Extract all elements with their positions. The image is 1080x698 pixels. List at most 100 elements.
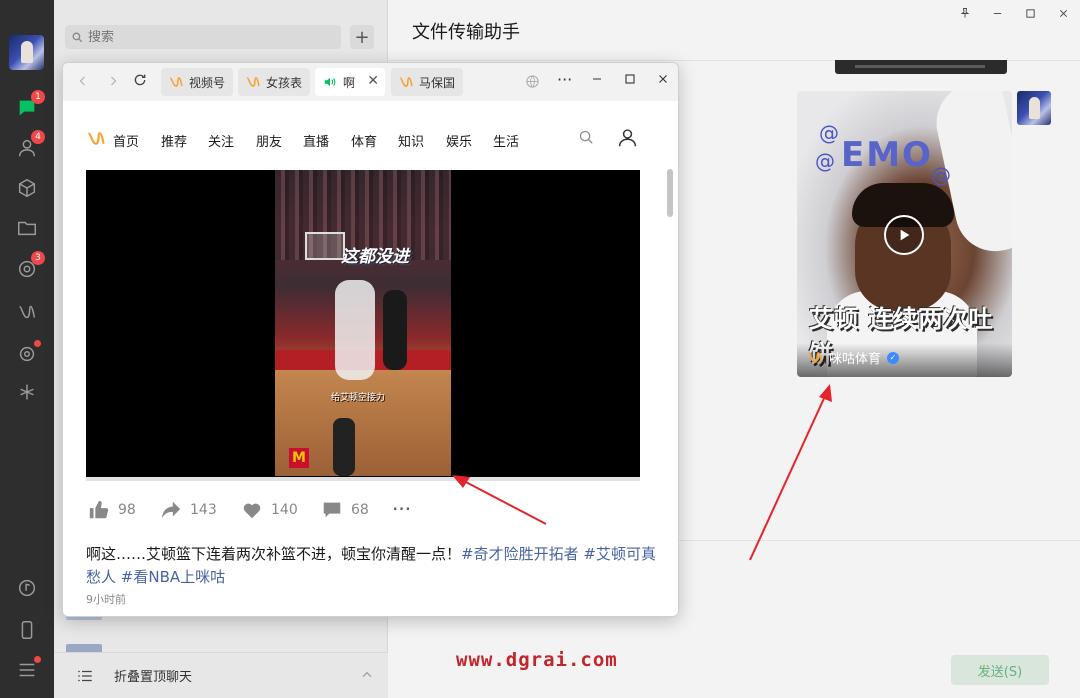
globe-icon: [526, 75, 539, 88]
browser-close-button[interactable]: [657, 73, 669, 89]
tab-active-video[interactable]: 啊 ✕: [315, 68, 385, 96]
more-actions-button[interactable]: ···: [392, 497, 411, 521]
nav-entertainment[interactable]: 娱乐: [446, 131, 472, 150]
post-time: 9小时前: [86, 593, 126, 606]
comment-icon: [323, 502, 341, 518]
refresh-button[interactable]: [132, 72, 148, 92]
list-icon: [78, 670, 92, 681]
fold-pinned-label: 折叠置顶聊天: [114, 670, 193, 685]
nav-knowledge[interactable]: 知识: [398, 131, 424, 150]
phone-nav-button[interactable]: [13, 616, 41, 644]
globe-button[interactable]: [525, 74, 540, 93]
nav-life[interactable]: 生活: [493, 131, 519, 150]
mcdonalds-logo-icon: M: [289, 448, 309, 468]
tab-ma-baoguo[interactable]: 马保国: [391, 68, 463, 96]
nav-friends[interactable]: 朋友: [256, 131, 282, 150]
moments-nav-button[interactable]: 3: [13, 251, 45, 283]
nav-live[interactable]: 直播: [303, 131, 329, 150]
referee-shape: [333, 418, 355, 476]
chevron-right-icon: [111, 76, 117, 86]
contacts-nav-button[interactable]: 4: [13, 130, 45, 162]
hashtag-link[interactable]: #奇才险胜开拓者: [461, 545, 579, 563]
mini-program-nav-button[interactable]: [13, 378, 41, 406]
music-nav-button[interactable]: [13, 574, 41, 602]
nav-follow[interactable]: 关注: [208, 131, 234, 150]
search-nav-button[interactable]: [13, 340, 41, 368]
phone-icon: [21, 621, 33, 639]
hashtag-link[interactable]: #看NBA上咪咕: [121, 568, 225, 586]
tab-close-button[interactable]: ✕: [367, 73, 379, 89]
heart-count: 140: [271, 502, 298, 518]
browser-maximize-button[interactable]: [624, 73, 636, 89]
fold-pinned-chats[interactable]: 折叠置顶聊天: [54, 652, 388, 698]
folder-icon: [18, 221, 36, 236]
chevron-left-icon: [79, 76, 85, 86]
channels-logo-icon: [399, 77, 413, 87]
more-button[interactable]: ···: [557, 70, 572, 89]
video-frame: 这都没进 给艾顿空接力 M: [275, 170, 451, 476]
tab-girls[interactable]: 女孩表: [238, 68, 310, 96]
files-nav-button[interactable]: [13, 214, 41, 242]
channels-logo-icon: [169, 77, 183, 87]
browser-titlebar: 视频号 女孩表 啊 ✕ 马保国 ···: [63, 63, 678, 101]
thumbs-up-icon: [89, 500, 109, 519]
video-player[interactable]: 这都没进 给艾顿空接力 M: [86, 170, 640, 481]
chat-nav-button[interactable]: 1: [13, 90, 45, 122]
player-shape: [335, 280, 375, 380]
nav-recommend[interactable]: 推荐: [161, 131, 187, 150]
pin-button[interactable]: [948, 4, 981, 22]
play-icon: [900, 229, 910, 241]
tab-channels[interactable]: 视频号: [161, 68, 233, 96]
comment-count: 68: [351, 502, 369, 518]
sparkle-icon: [20, 384, 34, 400]
contacts-badge: 4: [31, 130, 45, 144]
user-avatar[interactable]: [9, 35, 44, 70]
close-button[interactable]: [1047, 4, 1080, 22]
channels-nav-bar: 首页 推荐 关注 朋友 直播 体育 知识 娱乐 生活: [63, 125, 678, 155]
favorites-nav-button[interactable]: [13, 174, 41, 202]
comment-button[interactable]: 68: [321, 499, 369, 521]
close-icon: [1059, 9, 1068, 17]
list-item-thumbnail: [66, 644, 102, 652]
search-input[interactable]: [88, 29, 328, 45]
tab-label: 马保国: [419, 75, 456, 90]
forward-button[interactable]: [107, 73, 119, 92]
heart-button[interactable]: 140: [241, 499, 298, 521]
maximize-button[interactable]: [1014, 4, 1047, 22]
add-button[interactable]: +: [350, 25, 374, 49]
play-button[interactable]: [884, 215, 924, 255]
channels-logo-icon: [87, 132, 105, 145]
list-item[interactable]: [66, 640, 376, 652]
window-controls: [948, 4, 1080, 22]
menu-nav-button[interactable]: [13, 656, 41, 684]
maximize-icon: [625, 74, 635, 84]
swirl-icon: @: [931, 163, 951, 187]
browser-minimize-button[interactable]: [591, 73, 603, 89]
nav-home[interactable]: 首页: [113, 131, 139, 150]
send-button[interactable]: 发送(S): [951, 655, 1049, 685]
share-icon: [161, 501, 181, 519]
nav-search-button[interactable]: [578, 129, 595, 150]
previous-message[interactable]: [835, 60, 1007, 74]
tab-label: 啊: [343, 75, 356, 90]
share-count: 143: [190, 502, 217, 518]
sender-avatar[interactable]: [1017, 91, 1051, 125]
card-channel: 咪咕体育 ✓: [807, 348, 900, 367]
share-button[interactable]: 143: [160, 499, 217, 521]
nav-sports[interactable]: 体育: [351, 131, 377, 150]
like-button[interactable]: 98: [88, 499, 136, 521]
channels-logo-icon: [808, 352, 823, 363]
back-button[interactable]: [77, 73, 89, 92]
scrollbar-thumb[interactable]: [667, 169, 673, 217]
sidebar: 1 4 3: [0, 0, 54, 698]
minimize-button[interactable]: [981, 4, 1014, 22]
nav-profile-button[interactable]: [617, 127, 638, 152]
search-icon: [579, 130, 593, 144]
channels-nav-button[interactable]: [13, 298, 41, 326]
video-progress-bar[interactable]: [86, 477, 640, 481]
search-box[interactable]: [65, 25, 341, 49]
video-card-message[interactable]: @ @ @ EMO 艾顿 连续两次吐饼 咪咕体育 ✓: [797, 91, 1012, 377]
chat-badge: 1: [31, 90, 45, 104]
refresh-icon: [134, 74, 146, 86]
maximize-icon: [1026, 8, 1035, 18]
